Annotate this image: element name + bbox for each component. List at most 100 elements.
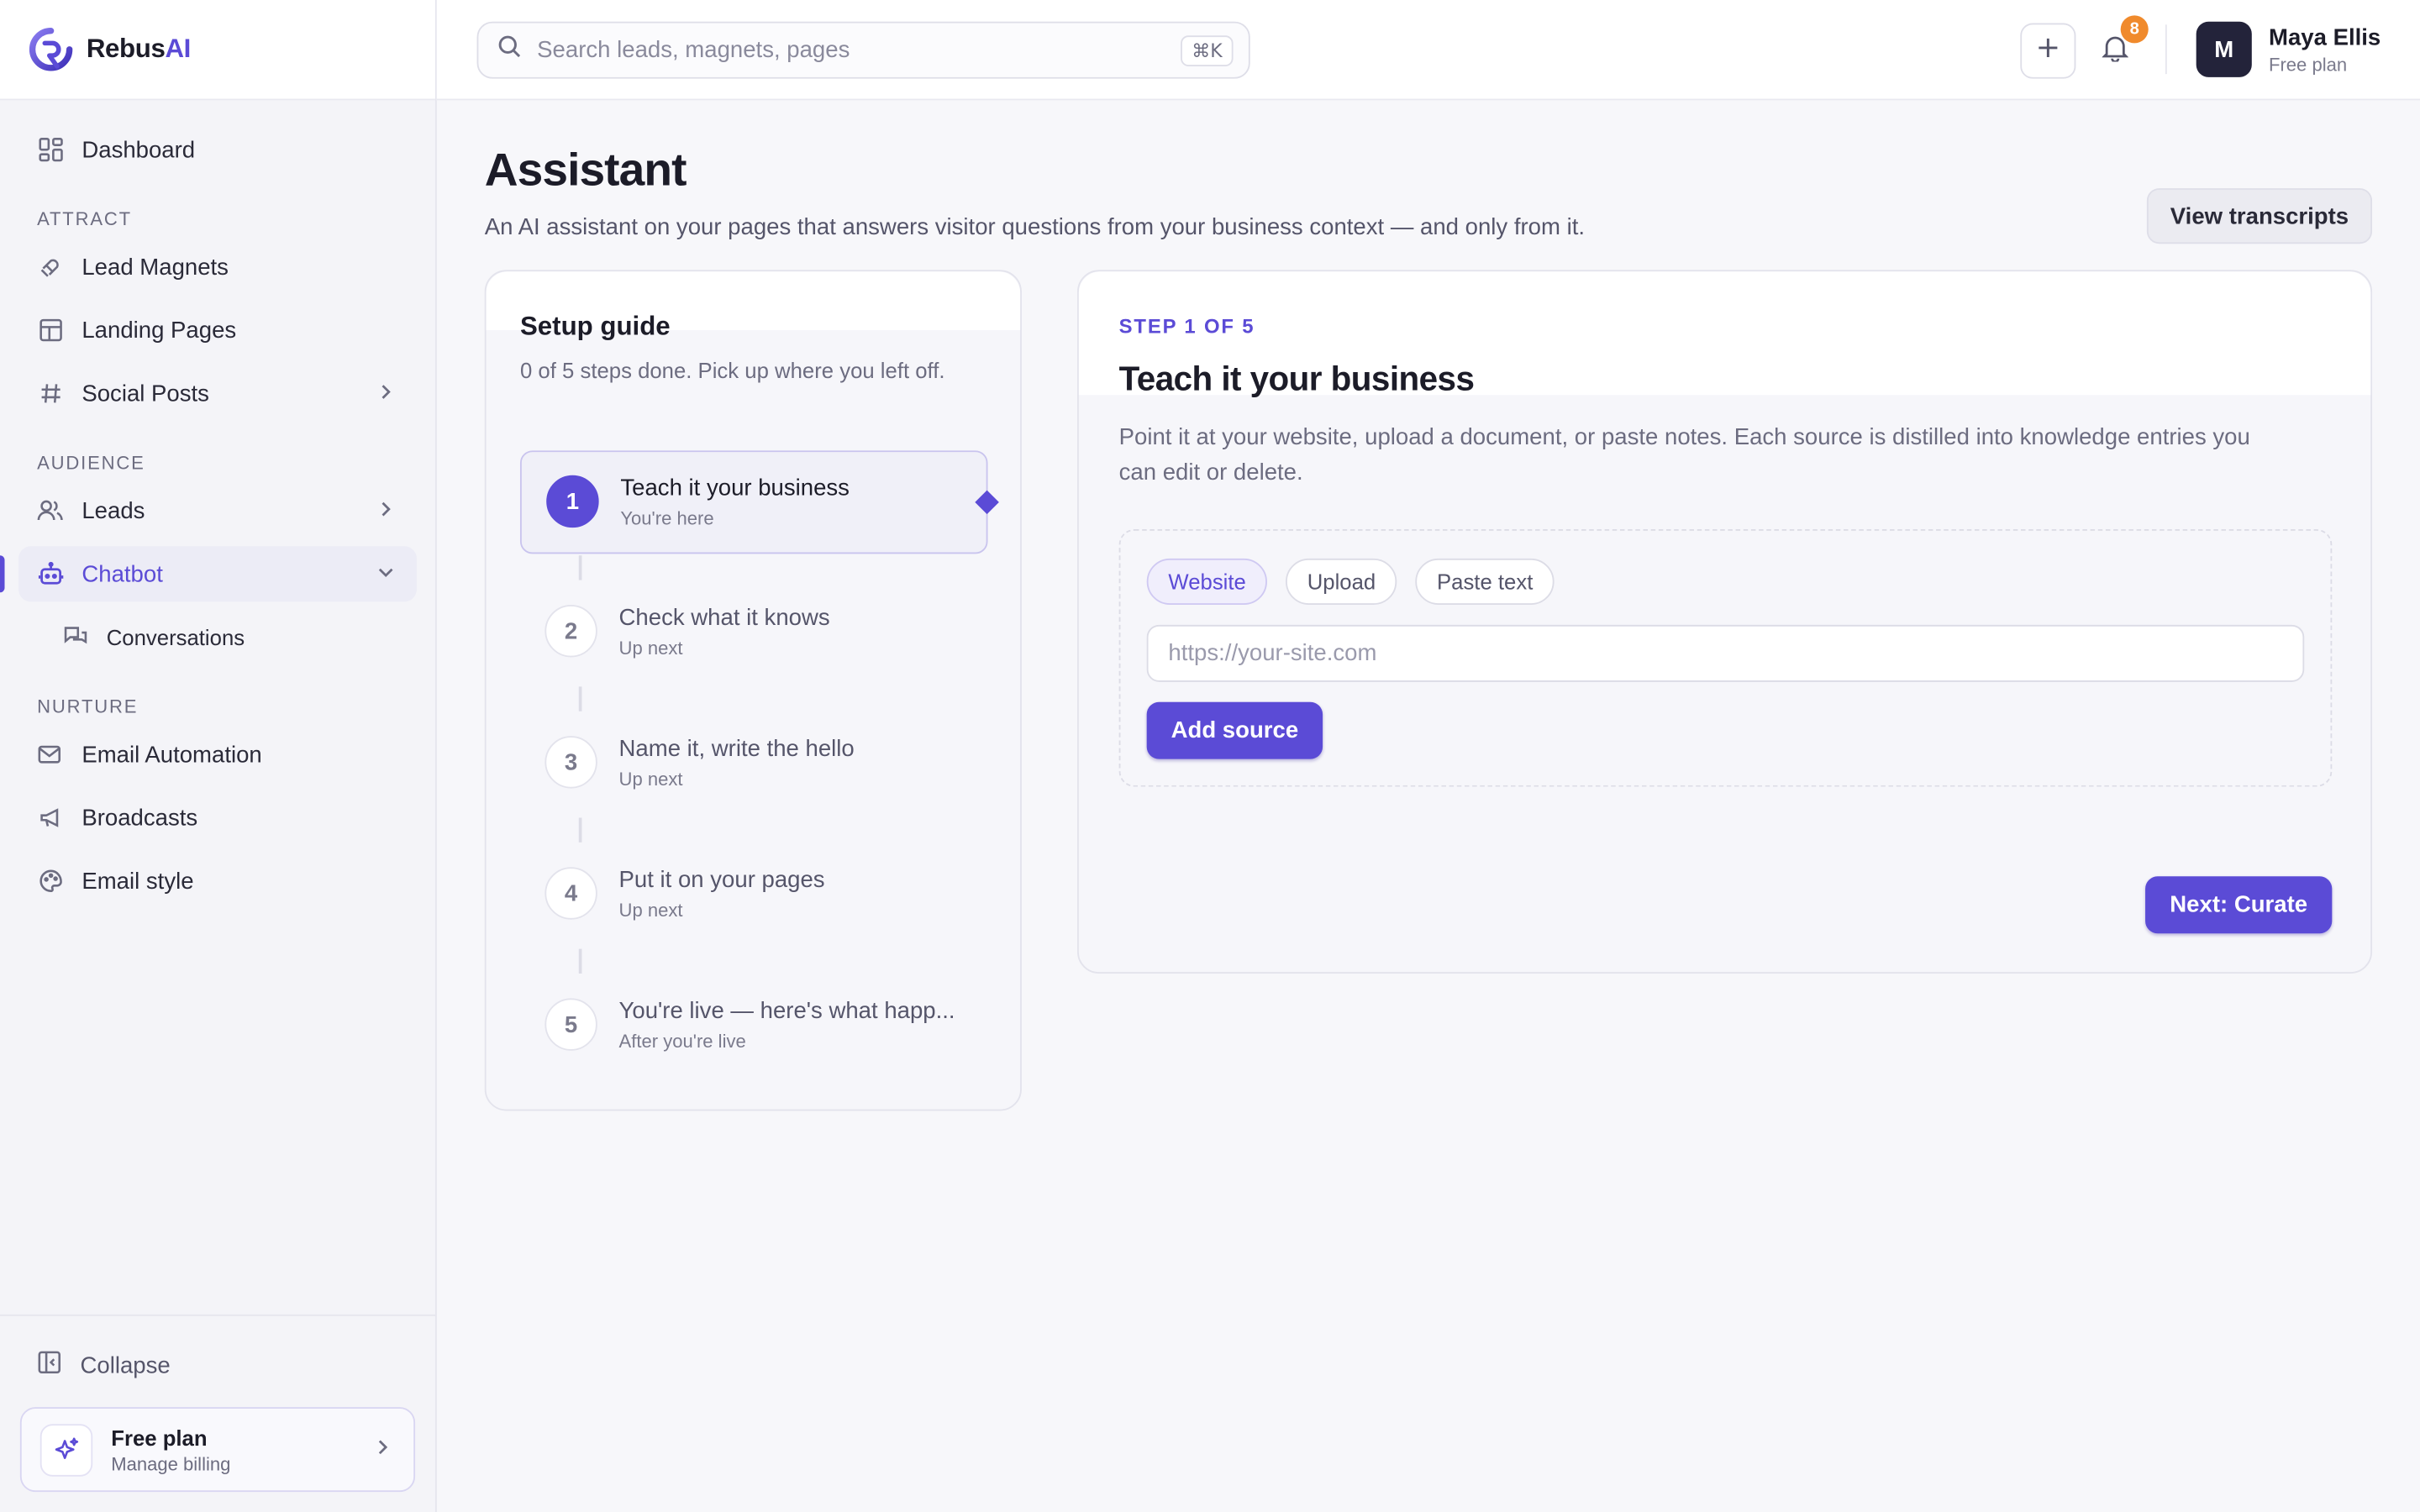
tab-paste-text[interactable]: Paste text — [1415, 558, 1555, 605]
current-step-marker — [975, 490, 999, 515]
page-title: Assistant — [484, 144, 687, 197]
sidebar-item-label: Email style — [82, 868, 194, 895]
step-title: Check what it knows — [618, 605, 830, 632]
step-connector — [578, 948, 582, 974]
step-title: Teach it your business — [620, 475, 850, 501]
chevron-right-icon — [373, 1438, 392, 1462]
collapse-icon — [37, 1350, 61, 1381]
megaphone-icon — [37, 805, 63, 831]
chat-icon — [61, 624, 87, 650]
sidebar-item-label: Leads — [82, 497, 145, 524]
panel-title: Teach it your business — [1118, 359, 1475, 398]
bot-icon — [37, 561, 63, 587]
step-number: 3 — [544, 736, 597, 789]
layout-icon — [37, 317, 63, 343]
users-icon — [37, 497, 63, 523]
section-label-audience: AUDIENCE — [37, 452, 145, 474]
guide-title: Setup guide — [519, 312, 671, 341]
step-number: 4 — [544, 867, 597, 920]
step-number: 1 — [546, 475, 599, 528]
notification-badge: 8 — [2120, 15, 2149, 44]
sidebar-item-label: Social Posts — [82, 380, 209, 407]
chevron-right-icon — [376, 499, 395, 522]
step-status: Up next — [618, 768, 683, 790]
palette-icon — [37, 868, 63, 894]
search-placeholder: Search leads, magnets, pages — [537, 37, 850, 64]
step-title: Name it, write the hello — [618, 736, 855, 763]
user-plan: Free plan — [2269, 54, 2348, 76]
collapse-label: Collapse — [80, 1352, 171, 1379]
source-box: Website Upload Paste text https://your-s… — [1118, 529, 2333, 787]
panel-description: Point it at your website, upload a docum… — [1118, 424, 2250, 486]
create-button[interactable] — [2020, 23, 2076, 79]
collapse-button[interactable]: Collapse — [37, 1350, 171, 1381]
page-subtitle: An AI assistant on your pages that answe… — [484, 214, 1586, 241]
view-transcripts-button[interactable]: View transcripts — [2146, 188, 2373, 244]
step-status: You're here — [620, 507, 714, 529]
step-panel: STEP 1 OF 5 Teach it your business Point… — [1077, 270, 2373, 974]
topbar: Search leads, magnets, pages ⌘K 8 M Maya… — [436, 0, 2420, 101]
magnet-icon — [37, 254, 63, 280]
sparkles-icon — [39, 1423, 93, 1476]
sidebar-item-label: Landing Pages — [82, 317, 237, 344]
step-connector — [578, 686, 582, 711]
add-source-button[interactable]: Add source — [1146, 701, 1323, 759]
sidebar-item-email-style[interactable]: Email style — [18, 853, 417, 909]
step-connector — [578, 817, 582, 843]
sidebar-item-conversations[interactable]: Conversations — [18, 610, 417, 665]
next-curate-button[interactable]: Next: Curate — [2145, 876, 2333, 934]
step-title: You're live — here's what happ... — [618, 998, 955, 1025]
sidebar-item-landing-pages[interactable]: Landing Pages — [18, 302, 417, 358]
step-number: 5 — [544, 998, 597, 1051]
step-2[interactable]: 2 Check what it knows Up next — [520, 581, 988, 685]
chevron-down-icon — [376, 562, 395, 585]
setup-guide: Setup guide 0 of 5 steps done. Pick up w… — [484, 270, 1022, 1111]
sidebar-item-label: Broadcasts — [82, 804, 198, 832]
step-status: Up next — [618, 899, 683, 921]
sidebar-item-label: Email Automation — [82, 741, 262, 768]
sidebar-item-label: Dashboard — [82, 136, 196, 163]
divider — [2165, 24, 2167, 75]
chevron-right-icon — [376, 382, 395, 406]
sidebar-item-label: Chatbot — [82, 560, 163, 587]
step-status: Up next — [618, 637, 683, 659]
sidebar-item-social-posts[interactable]: Social Posts — [18, 365, 417, 421]
hash-icon — [37, 381, 63, 407]
mail-icon — [37, 742, 63, 768]
sidebar: RebusAI Dashboard ATTRACT Lead Magnets L… — [0, 0, 437, 1512]
sidebar-item-leads[interactable]: Leads — [18, 483, 417, 538]
avatar[interactable]: M — [2196, 21, 2252, 77]
shortcut-hint: ⌘K — [1181, 35, 1234, 66]
tab-website[interactable]: Website — [1146, 558, 1268, 605]
tab-upload[interactable]: Upload — [1286, 558, 1397, 605]
sidebar-item-dashboard[interactable]: Dashboard — [18, 122, 417, 177]
sidebar-item-broadcasts[interactable]: Broadcasts — [18, 790, 417, 845]
section-label-attract: ATTRACT — [37, 207, 132, 230]
section-label-nurture: NURTURE — [37, 696, 139, 718]
sidebar-item-lead-magnets[interactable]: Lead Magnets — [18, 239, 417, 295]
plan-title: Free plan — [111, 1425, 208, 1450]
dashboard-icon — [37, 137, 63, 163]
sidebar-item-email-automation[interactable]: Email Automation — [18, 727, 417, 782]
url-input[interactable]: https://your-site.com — [1146, 624, 2305, 682]
user-name[interactable]: Maya Ellis — [2269, 24, 2381, 50]
plus-icon — [2037, 36, 2059, 66]
step-3[interactable]: 3 Name it, write the hello Up next — [520, 713, 988, 816]
plan-card[interactable]: Free plan Manage billing — [19, 1407, 416, 1493]
search-input[interactable]: Search leads, magnets, pages ⌘K — [476, 21, 1250, 79]
step-4[interactable]: 4 Put it on your pages Up next — [520, 844, 988, 948]
guide-subtitle: 0 of 5 steps done. Pick up where you lef… — [519, 358, 945, 383]
step-title: Put it on your pages — [618, 867, 825, 894]
plan-subtitle: Manage billing — [111, 1452, 231, 1474]
search-icon — [497, 34, 521, 66]
sidebar-footer: Collapse Free plan Manage billing — [0, 1314, 437, 1512]
step-status: After you're live — [618, 1030, 746, 1053]
step-5[interactable]: 5 You're live — here's what happ... Afte… — [520, 975, 988, 1079]
step-1[interactable]: 1 Teach it your business You're here — [519, 450, 999, 554]
brand[interactable]: RebusAI — [0, 0, 435, 101]
sidebar-item-label: Lead Magnets — [82, 254, 229, 281]
step-connector — [578, 555, 582, 580]
sidebar-item-chatbot[interactable]: Chatbot — [0, 546, 417, 602]
sidebar-nav: Dashboard ATTRACT Lead Magnets Landing P… — [0, 100, 435, 908]
step-number: 2 — [544, 605, 597, 658]
